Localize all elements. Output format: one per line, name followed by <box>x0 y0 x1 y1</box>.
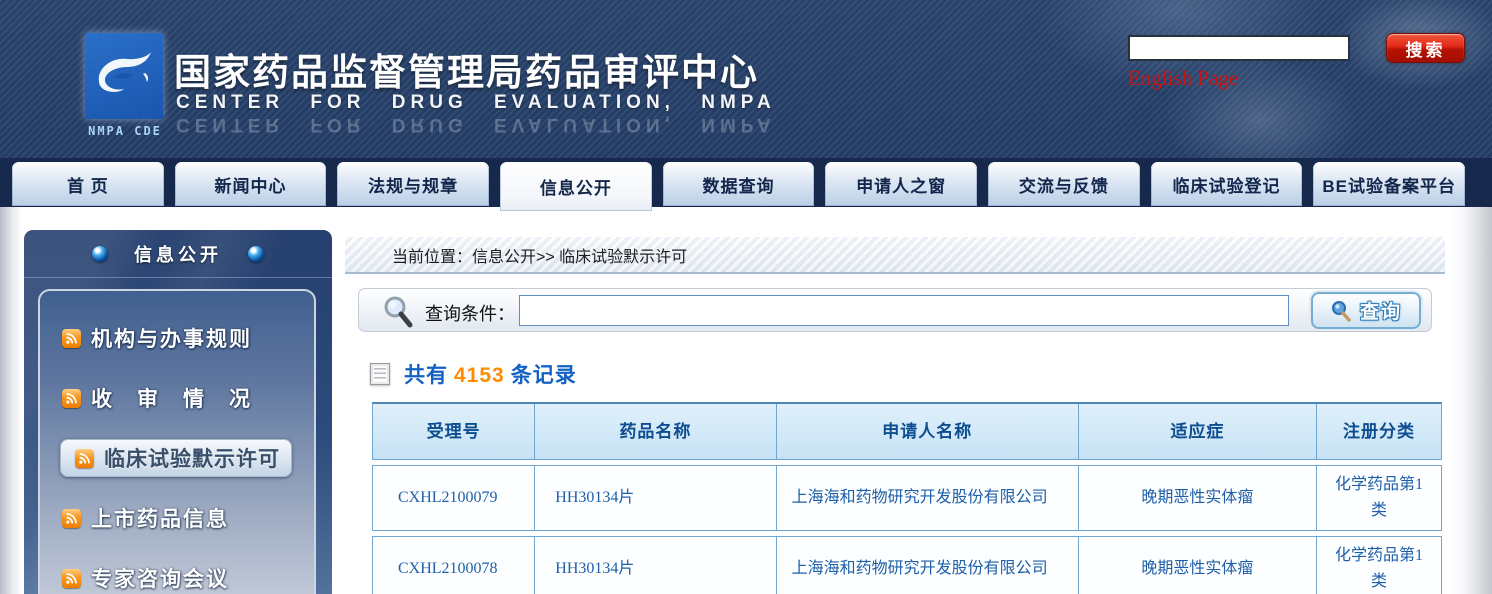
list-icon <box>370 363 390 385</box>
nav-tab-8[interactable]: 临床试验登记 <box>1151 162 1303 206</box>
query-button[interactable]: 查询 <box>1311 292 1421 329</box>
sidebar: 信息公开 机构与办事规则收 审 情 况临床试验默示许可上市药品信息专家咨询会议 <box>24 230 332 594</box>
sidebar-item-label: 专家咨询会议 <box>91 563 229 593</box>
nav-tab-9[interactable]: BE试验备案平台 <box>1313 162 1465 206</box>
nmpa-cde-logo-icon <box>85 33 163 119</box>
rss-icon <box>62 509 81 528</box>
nav-tab-1[interactable]: 首 页 <box>12 162 164 206</box>
table-header-cell: 受理号 <box>373 404 534 459</box>
table-cell: CXHL2100078 <box>373 537 534 594</box>
table-cell: 上海海和药物研究开发股份有限公司 <box>776 537 1078 594</box>
table-cell: HH30134片 <box>534 466 775 530</box>
query-label: 查询条件： <box>425 300 515 326</box>
sidebar-item-label: 上市药品信息 <box>91 503 229 533</box>
site-search-input[interactable] <box>1128 35 1350 61</box>
site-banner: NMPA CDE 国家药品监督管理局药品审评中心 CENTER FOR DRUG… <box>0 0 1492 158</box>
table-header-cell: 药品名称 <box>534 404 775 459</box>
table-row: CXHL2100078HH30134片上海海和药物研究开发股份有限公司晚期恶性实… <box>372 536 1442 594</box>
breadcrumb: 当前位置：信息公开>> 临床试验默示许可 <box>345 237 1445 274</box>
sidebar-item-label: 收 审 情 况 <box>91 383 252 413</box>
sidebar-item-1[interactable]: 机构与办事规则 <box>40 319 314 357</box>
records-count: 4153 <box>448 364 511 387</box>
page-body: 信息公开 机构与办事规则收 审 情 况临床试验默示许可上市药品信息专家咨询会议 … <box>0 207 1492 594</box>
orb-icon <box>248 246 264 262</box>
nav-tab-7[interactable]: 交流与反馈 <box>988 162 1140 206</box>
records-prefix: 共有 <box>404 364 448 387</box>
table-cell: 晚期恶性实体瘤 <box>1078 466 1316 530</box>
sidebar-item-4[interactable]: 上市药品信息 <box>40 499 314 537</box>
nav-tabs: 首 页新闻中心法规与规章信息公开数据查询申请人之窗交流与反馈临床试验登记BE试验… <box>12 162 1465 211</box>
english-page-link[interactable]: English Page <box>1128 66 1238 91</box>
nav-tab-6[interactable]: 申请人之窗 <box>825 162 977 206</box>
rss-icon <box>62 569 81 588</box>
sidebar-item-3[interactable]: 临床试验默示许可 <box>60 439 292 477</box>
sidebar-item-2[interactable]: 收 审 情 况 <box>40 379 314 417</box>
table-cell: 化学药品第1类 <box>1316 466 1441 530</box>
table-cell: 化学药品第1类 <box>1316 537 1441 594</box>
records-summary: 共有4153条记录 <box>370 359 577 389</box>
magnifier-icon <box>381 294 417 330</box>
sidebar-item-5[interactable]: 专家咨询会议 <box>40 559 314 594</box>
table-header-row: 受理号药品名称申请人名称适应症注册分类 <box>372 402 1442 460</box>
rss-icon <box>62 329 81 348</box>
table-header-cell: 申请人名称 <box>776 404 1078 459</box>
table-row: CXHL2100079HH30134片上海海和药物研究开发股份有限公司晚期恶性实… <box>372 465 1442 531</box>
rss-icon <box>75 449 94 468</box>
table-cell: HH30134片 <box>534 537 775 594</box>
sidebar-header: 信息公开 <box>24 230 332 278</box>
sidebar-menu: 机构与办事规则收 审 情 况临床试验默示许可上市药品信息专家咨询会议 <box>38 289 316 594</box>
orb-icon <box>92 246 108 262</box>
records-text: 共有4153条记录 <box>404 359 577 389</box>
left-gutter <box>0 207 22 594</box>
query-button-label: 查询 <box>1360 297 1402 324</box>
query-panel: 查询条件： 查询 <box>358 288 1432 332</box>
site-subtitle-reflection: CENTER FOR DRUG EVALUATION, NMPA <box>176 113 776 135</box>
table-header-cell: 注册分类 <box>1316 404 1441 459</box>
logo-caption: NMPA CDE <box>75 124 175 138</box>
table-cell: CXHL2100079 <box>373 466 534 530</box>
site-title: 国家药品监督管理局药品审评中心 <box>174 42 759 96</box>
results-table: 受理号药品名称申请人名称适应症注册分类CXHL2100079HH30134片上海… <box>372 402 1442 594</box>
query-input[interactable] <box>519 295 1289 326</box>
rss-icon <box>62 389 81 408</box>
sidebar-item-label: 临床试验默示许可 <box>104 443 280 473</box>
table-cell: 晚期恶性实体瘤 <box>1078 537 1316 594</box>
site-search-button[interactable]: 搜索 <box>1386 33 1465 63</box>
nav-tab-4[interactable]: 信息公开 <box>500 162 652 211</box>
nav-tab-2[interactable]: 新闻中心 <box>175 162 327 206</box>
records-suffix: 条记录 <box>511 364 577 387</box>
right-gutter <box>1452 207 1492 594</box>
cde-swoosh-icon <box>93 47 155 105</box>
site-subtitle: CENTER FOR DRUG EVALUATION, NMPA <box>176 92 776 114</box>
table-cell: 上海海和药物研究开发股份有限公司 <box>776 466 1078 530</box>
nav-tab-3[interactable]: 法规与规章 <box>337 162 489 206</box>
sidebar-item-label: 机构与办事规则 <box>91 323 252 353</box>
nav-tab-5[interactable]: 数据查询 <box>663 162 815 206</box>
main-nav: 首 页新闻中心法规与规章信息公开数据查询申请人之窗交流与反馈临床试验登记BE试验… <box>0 158 1492 207</box>
magnifier-icon <box>1330 300 1352 322</box>
table-header-cell: 适应症 <box>1078 404 1316 459</box>
sidebar-title: 信息公开 <box>134 241 222 267</box>
